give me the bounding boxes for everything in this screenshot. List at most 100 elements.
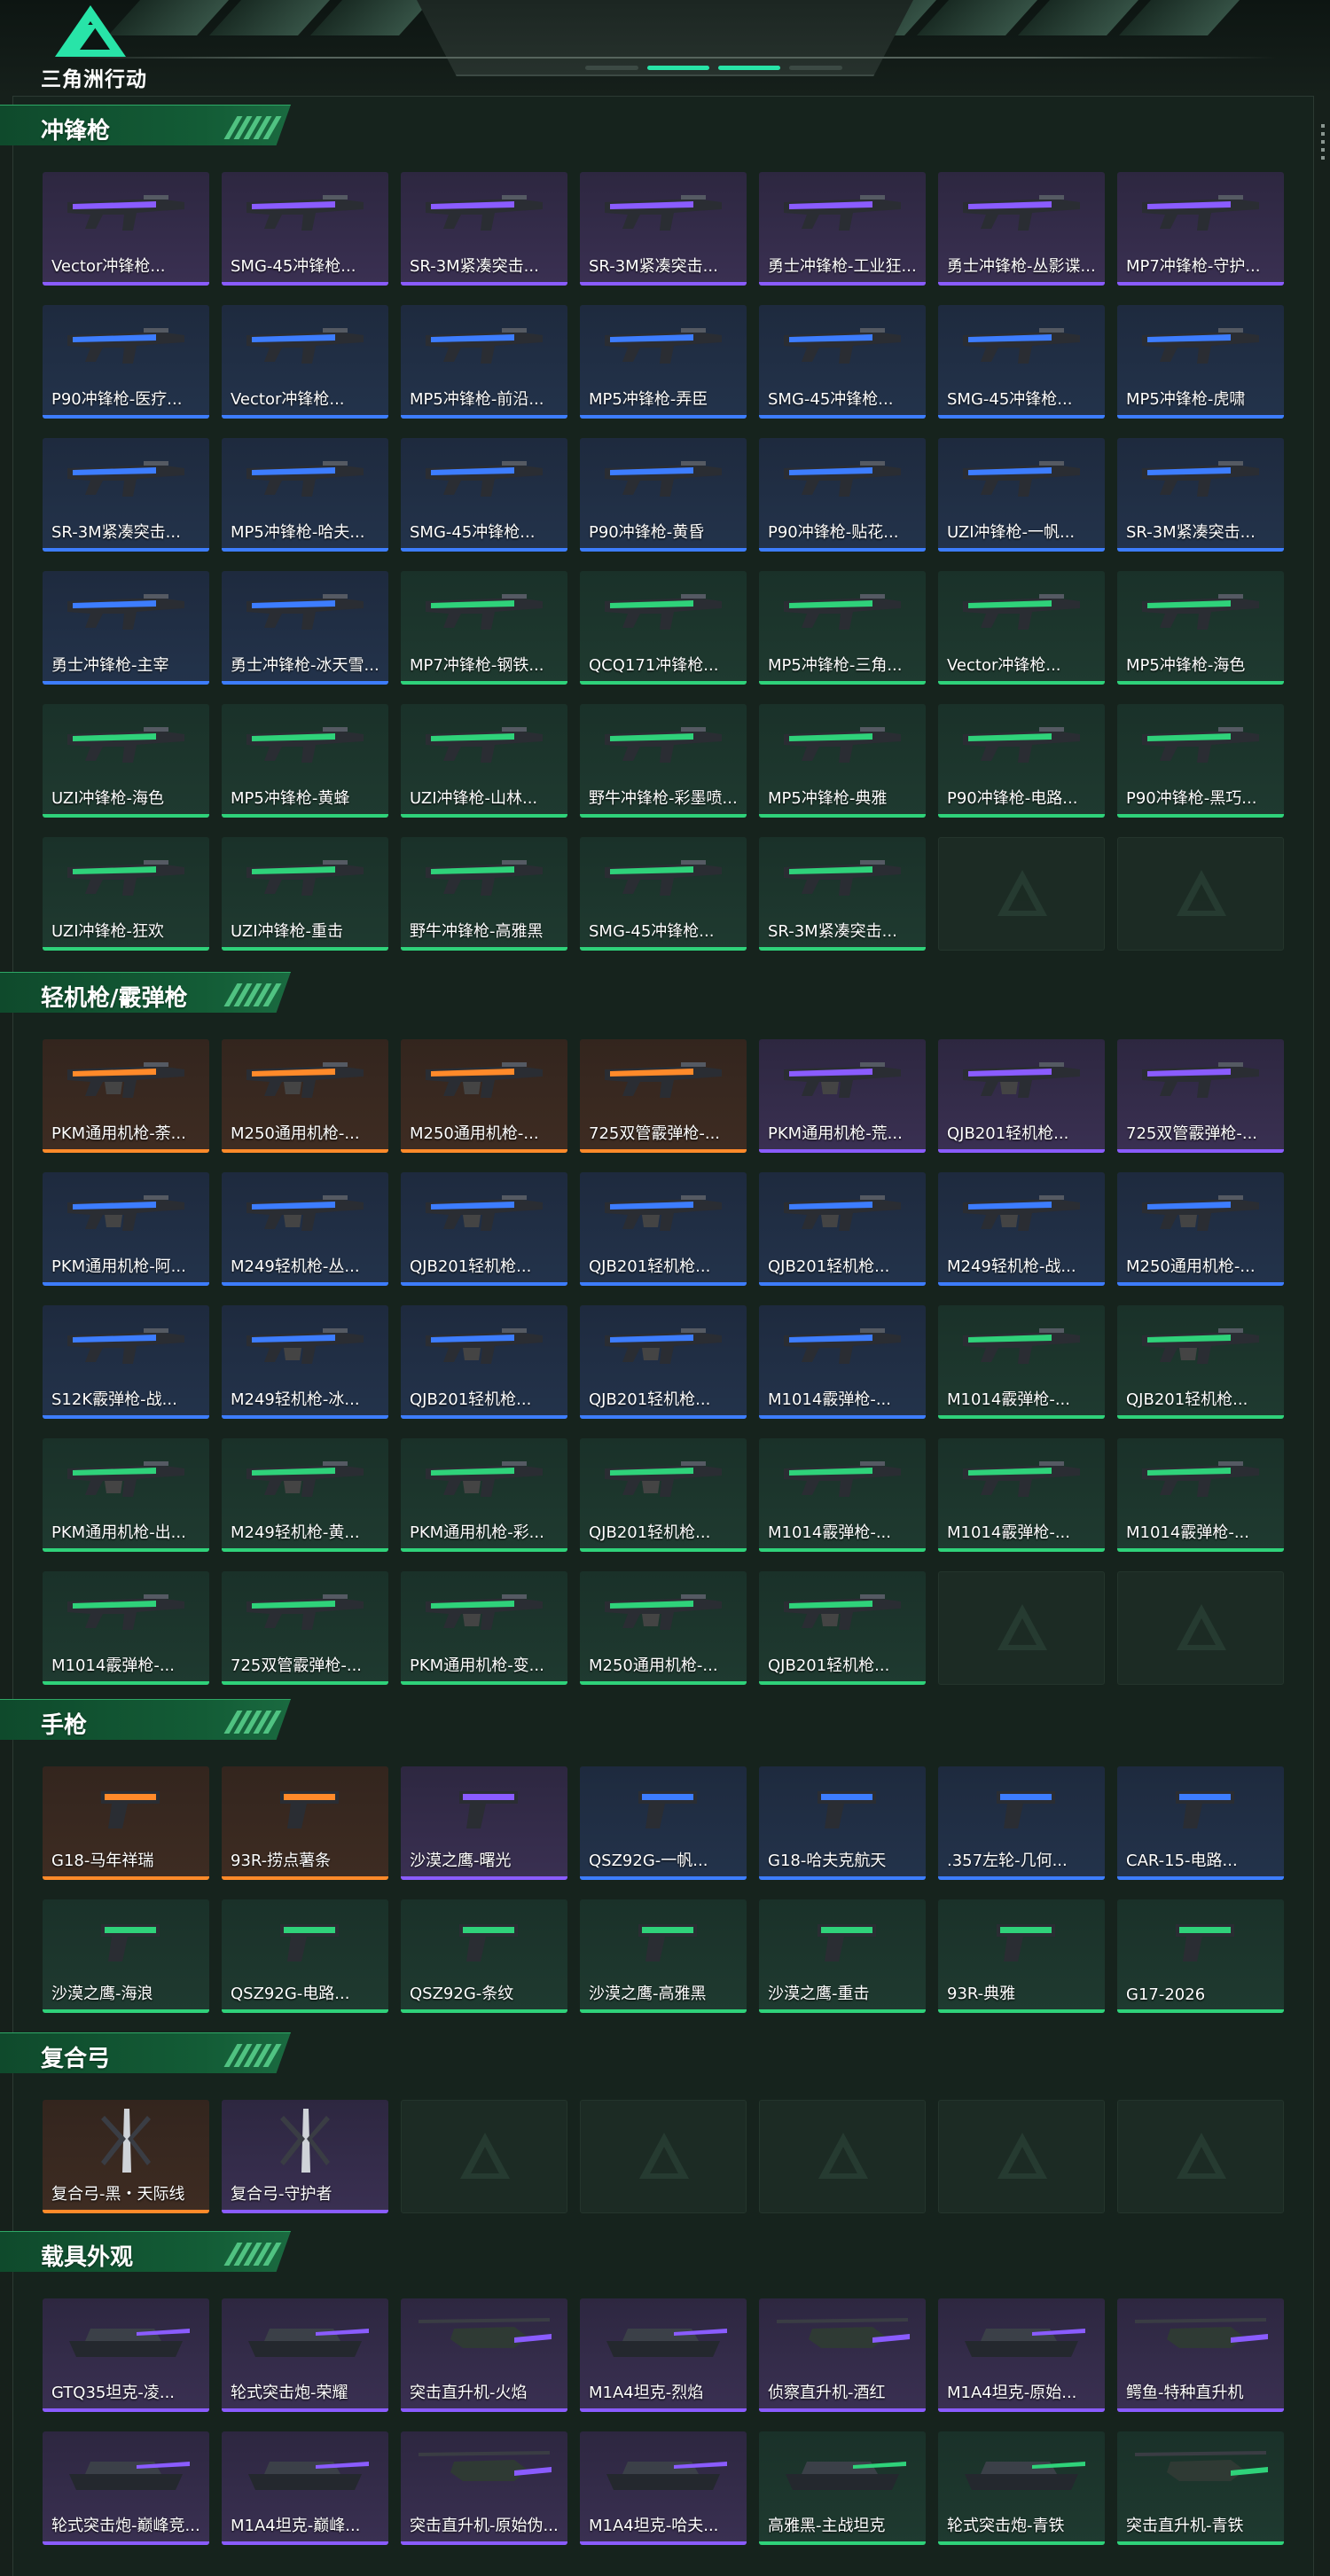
skin-card[interactable]: QSZ92G-一帆... bbox=[580, 1766, 747, 1880]
skin-card[interactable]: Vector冲锋枪... bbox=[43, 172, 209, 286]
skin-card[interactable]: UZI冲锋枪-一帆... bbox=[938, 438, 1105, 552]
skin-card[interactable]: 勇士冲锋枪-工业狂... bbox=[759, 172, 926, 286]
skin-card[interactable]: MP5冲锋枪-海色 bbox=[1117, 571, 1284, 685]
skin-card[interactable]: MP5冲锋枪-典雅 bbox=[759, 704, 926, 818]
skin-card[interactable]: M1014霰弹枪-... bbox=[1117, 1438, 1284, 1552]
skin-card[interactable]: 突击直升机-火焰 bbox=[401, 2298, 567, 2412]
skin-card[interactable]: M249轻机枪-黄... bbox=[222, 1438, 388, 1552]
skin-card[interactable]: G17-2026 bbox=[1117, 1899, 1284, 2013]
skin-card[interactable]: QCQ171冲锋枪... bbox=[580, 571, 747, 685]
skin-card[interactable]: 勇士冲锋枪-丛影谍... bbox=[938, 172, 1105, 286]
skin-card[interactable]: 沙漠之鹰-海浪 bbox=[43, 1899, 209, 2013]
skin-card[interactable]: PKM通用机枪-彩... bbox=[401, 1438, 567, 1552]
skin-card[interactable]: SMG-45冲锋枪... bbox=[222, 172, 388, 286]
skin-card[interactable]: S12K霰弹枪-战... bbox=[43, 1305, 209, 1419]
skin-card[interactable]: 沙漠之鹰-重击 bbox=[759, 1899, 926, 2013]
skin-card[interactable]: .357左轮-几何... bbox=[938, 1766, 1105, 1880]
skin-card[interactable]: PKM通用机枪-变... bbox=[401, 1571, 567, 1685]
skin-card[interactable]: QJB201轻机枪... bbox=[938, 1039, 1105, 1153]
skin-card[interactable]: 沙漠之鹰-曙光 bbox=[401, 1766, 567, 1880]
skin-card[interactable]: QJB201轻机枪... bbox=[401, 1305, 567, 1419]
skin-card[interactable]: M1A4坦克-烈焰 bbox=[580, 2298, 747, 2412]
skin-card[interactable]: M250通用机枪-... bbox=[1117, 1172, 1284, 1286]
skin-card[interactable]: M249轻机枪-冰... bbox=[222, 1305, 388, 1419]
skin-card[interactable]: 勇士冲锋枪-主宰 bbox=[43, 571, 209, 685]
skin-card[interactable]: QJB201轻机枪... bbox=[580, 1172, 747, 1286]
skin-card[interactable]: SMG-45冲锋枪... bbox=[580, 837, 747, 951]
skin-card[interactable]: SR-3M紧凑突击... bbox=[759, 837, 926, 951]
skin-card[interactable]: QJB201轻机枪... bbox=[759, 1172, 926, 1286]
skin-card[interactable]: M1014霰弹枪-... bbox=[938, 1305, 1105, 1419]
skin-card[interactable]: P90冲锋枪-黑巧... bbox=[1117, 704, 1284, 818]
skin-card[interactable]: 突击直升机-原始伪... bbox=[401, 2431, 567, 2545]
skin-card[interactable]: 突击直升机-青铁 bbox=[1117, 2431, 1284, 2545]
skin-card[interactable]: M250通用机枪-... bbox=[401, 1039, 567, 1153]
skin-card[interactable]: MP5冲锋枪-黄蜂 bbox=[222, 704, 388, 818]
skin-card[interactable]: G18-哈夫克航天 bbox=[759, 1766, 926, 1880]
skin-card[interactable]: QJB201轻机枪... bbox=[580, 1438, 747, 1552]
skin-card[interactable]: MP5冲锋枪-哈夫... bbox=[222, 438, 388, 552]
skin-card[interactable]: 野牛冲锋枪-彩墨喷... bbox=[580, 704, 747, 818]
skin-card[interactable]: 93R-捞点薯条 bbox=[222, 1766, 388, 1880]
skin-card[interactable]: 侦察直升机-酒红 bbox=[759, 2298, 926, 2412]
skin-card[interactable]: Vector冲锋枪... bbox=[938, 571, 1105, 685]
skin-card[interactable]: M249轻机枪-丛... bbox=[222, 1172, 388, 1286]
skin-card[interactable]: CAR-15-电路... bbox=[1117, 1766, 1284, 1880]
skin-card[interactable]: M1A4坦克-哈夫... bbox=[580, 2431, 747, 2545]
skin-card[interactable]: SR-3M紧凑突击... bbox=[580, 172, 747, 286]
skin-card[interactable]: SMG-45冲锋枪... bbox=[401, 438, 567, 552]
skin-card[interactable]: 轮式突击炮-荣耀 bbox=[222, 2298, 388, 2412]
skin-card[interactable]: M1014霰弹枪-... bbox=[759, 1305, 926, 1419]
skin-card[interactable]: M1A4坦克-原始... bbox=[938, 2298, 1105, 2412]
skin-card[interactable]: P90冲锋枪-医疗... bbox=[43, 305, 209, 419]
skin-card[interactable]: SR-3M紧凑突击... bbox=[1117, 438, 1284, 552]
skin-card[interactable]: M250通用机枪-... bbox=[580, 1571, 747, 1685]
skin-card[interactable]: P90冲锋枪-电路... bbox=[938, 704, 1105, 818]
scrollbar-handle[interactable] bbox=[1321, 124, 1325, 163]
skin-card[interactable]: 复合弓-守护者 bbox=[222, 2100, 388, 2213]
skin-card[interactable]: P90冲锋枪-贴花... bbox=[759, 438, 926, 552]
skin-card[interactable]: UZI冲锋枪-狂欢 bbox=[43, 837, 209, 951]
skin-card[interactable]: M1014霰弹枪-... bbox=[938, 1438, 1105, 1552]
skin-card[interactable]: GTQ35坦克-凌... bbox=[43, 2298, 209, 2412]
skin-card[interactable]: 725双管霰弹枪-... bbox=[222, 1571, 388, 1685]
skin-card[interactable]: MP7冲锋枪-守护... bbox=[1117, 172, 1284, 286]
skin-card[interactable]: PKM通用机枪-荒... bbox=[759, 1039, 926, 1153]
skin-card[interactable]: PKM通用机枪-阿... bbox=[43, 1172, 209, 1286]
skin-card[interactable]: MP5冲锋枪-前沿... bbox=[401, 305, 567, 419]
skin-card[interactable]: QSZ92G-条纹 bbox=[401, 1899, 567, 2013]
skin-card[interactable]: G18-马年祥瑞 bbox=[43, 1766, 209, 1880]
skin-card[interactable]: 高雅黑-主战坦克 bbox=[759, 2431, 926, 2545]
skin-card[interactable]: UZI冲锋枪-海色 bbox=[43, 704, 209, 818]
skin-card[interactable]: QJB201轻机枪... bbox=[759, 1571, 926, 1685]
skin-card[interactable]: MP5冲锋枪-三角... bbox=[759, 571, 926, 685]
skin-card[interactable]: 鳄鱼-特种直升机 bbox=[1117, 2298, 1284, 2412]
skin-card[interactable]: UZI冲锋枪-重击 bbox=[222, 837, 388, 951]
skin-card[interactable]: MP5冲锋枪-虎啸 bbox=[1117, 305, 1284, 419]
skin-card[interactable]: SMG-45冲锋枪... bbox=[938, 305, 1105, 419]
skin-card[interactable]: 93R-典雅 bbox=[938, 1899, 1105, 2013]
skin-card[interactable]: MP5冲锋枪-弄臣 bbox=[580, 305, 747, 419]
skin-card[interactable]: PKM通用机枪-出... bbox=[43, 1438, 209, 1552]
skin-card[interactable]: 725双管霰弹枪-... bbox=[580, 1039, 747, 1153]
skin-card[interactable]: SMG-45冲锋枪... bbox=[759, 305, 926, 419]
skin-card[interactable]: MP7冲锋枪-钢铁... bbox=[401, 571, 567, 685]
skin-card[interactable]: UZI冲锋枪-山林... bbox=[401, 704, 567, 818]
skin-card[interactable]: 725双管霰弹枪-... bbox=[1117, 1039, 1284, 1153]
skin-card[interactable]: Vector冲锋枪... bbox=[222, 305, 388, 419]
skin-card[interactable]: 复合弓-黑・天际线 bbox=[43, 2100, 209, 2213]
skin-card[interactable]: QJB201轻机枪... bbox=[1117, 1305, 1284, 1419]
skin-card[interactable]: 轮式突击炮-巅峰竞... bbox=[43, 2431, 209, 2545]
skin-card[interactable]: 轮式突击炮-青铁 bbox=[938, 2431, 1105, 2545]
skin-card[interactable]: 野牛冲锋枪-高雅黑 bbox=[401, 837, 567, 951]
skin-card[interactable]: P90冲锋枪-黄昏 bbox=[580, 438, 747, 552]
skin-card[interactable]: QSZ92G-电路... bbox=[222, 1899, 388, 2013]
skin-card[interactable]: SR-3M紧凑突击... bbox=[43, 438, 209, 552]
skin-card[interactable]: M1A4坦克-巅峰... bbox=[222, 2431, 388, 2545]
skin-card[interactable]: QJB201轻机枪... bbox=[401, 1172, 567, 1286]
skin-card[interactable]: M249轻机枪-战... bbox=[938, 1172, 1105, 1286]
skin-card[interactable]: 沙漠之鹰-高雅黑 bbox=[580, 1899, 747, 2013]
skin-card[interactable]: QJB201轻机枪... bbox=[580, 1305, 747, 1419]
skin-card[interactable]: M1014霰弹枪-... bbox=[43, 1571, 209, 1685]
skin-card[interactable]: M1014霰弹枪-... bbox=[759, 1438, 926, 1552]
